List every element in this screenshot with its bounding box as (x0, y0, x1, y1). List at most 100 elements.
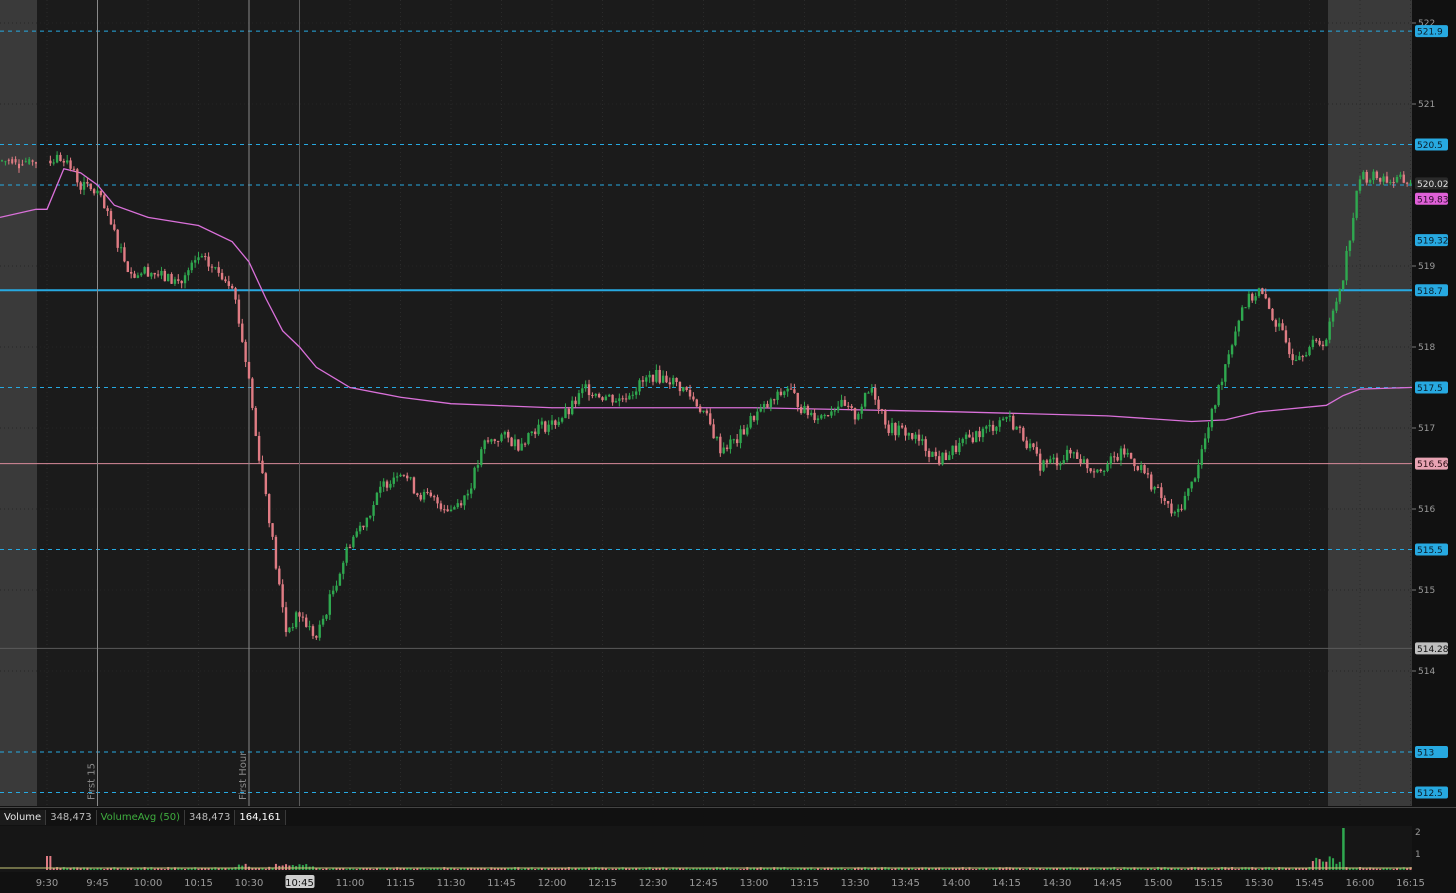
candle-body (1139, 465, 1143, 471)
time-tick-label: 16:00 (1346, 878, 1375, 889)
volume-bar (160, 868, 163, 870)
volume-study-label[interactable]: Volume (0, 810, 47, 825)
candle-body (1129, 452, 1133, 459)
candle-body (1338, 289, 1341, 302)
volume-value: 348,473 (46, 810, 97, 825)
candle-body (227, 281, 230, 286)
candle-body (1328, 321, 1331, 340)
volume-bar (1183, 868, 1186, 870)
volume-bar (264, 868, 267, 870)
candle-body (429, 492, 432, 497)
volume-bar (456, 868, 459, 870)
candle-body (281, 584, 284, 608)
volume-current-value: 164,161 (235, 810, 286, 825)
candle-body (1257, 288, 1261, 297)
candle-body (971, 437, 975, 443)
candle-body (796, 392, 799, 407)
candle-body (655, 369, 658, 382)
candle-body (1294, 359, 1298, 361)
candle-body (1200, 449, 1203, 466)
candle-body (934, 451, 937, 457)
candle-body (1096, 469, 1099, 473)
candle-body (1143, 465, 1146, 474)
candle-body (884, 410, 887, 425)
candle-body (109, 211, 113, 225)
candle-body (69, 160, 72, 169)
candle-body (722, 447, 725, 454)
candle-body (544, 421, 547, 432)
afterhours-shading (1328, 0, 1412, 806)
candle-body (705, 410, 709, 414)
candle-body (338, 573, 342, 586)
candle-body (914, 434, 917, 439)
candle-body (369, 515, 372, 518)
candle-body (214, 267, 217, 269)
volume-bar (614, 868, 617, 870)
candle-body (658, 369, 661, 383)
volume-bar (1153, 868, 1156, 870)
premarket-shading (0, 0, 37, 806)
volume-bar (1032, 868, 1035, 870)
candle-body (1368, 179, 1372, 183)
candle-body (847, 405, 850, 407)
volume-bar (695, 868, 698, 870)
candle-body (998, 420, 1001, 427)
candle-body (7, 159, 10, 161)
volume-bar (207, 868, 210, 870)
level-badge-text: 515.5 (1417, 546, 1443, 556)
volume-avg-label[interactable]: VolumeAvg (50) (97, 810, 185, 825)
candle-body (672, 377, 675, 385)
candle-body (140, 273, 143, 276)
candle-body (1278, 323, 1281, 327)
volume-bar (1365, 868, 1368, 870)
candle-body (298, 612, 301, 617)
candle-body (466, 493, 470, 496)
candle-body (372, 505, 375, 516)
volume-bar (1177, 868, 1180, 870)
price-tick-label: 517 (1418, 424, 1435, 434)
time-tick-label: 10:45 (285, 878, 314, 889)
volume-bar (153, 868, 156, 870)
candle-body (890, 422, 894, 433)
candle-body (311, 626, 315, 636)
candle-body (1298, 356, 1301, 360)
candle-body (247, 361, 251, 379)
time-tick-label: 9:30 (36, 878, 58, 889)
volume-avg-value: 348,473 (185, 810, 236, 825)
candle-body (887, 424, 890, 433)
candle-body (305, 617, 308, 627)
candle-body (601, 397, 604, 401)
candle-body (257, 435, 261, 461)
price-chart[interactable]: First 15 First Hour 522521519518517516515… (0, 0, 1456, 893)
volume-bar (955, 868, 957, 870)
time-tick-label: 14:45 (1093, 878, 1122, 889)
volume-bar (147, 868, 149, 870)
candle-body (321, 618, 325, 625)
candle-body (1052, 457, 1055, 460)
time-tick-label: 15:45 (1295, 878, 1324, 889)
candle-body (193, 260, 197, 263)
candle-body (1170, 503, 1173, 514)
candle-body (1288, 342, 1291, 355)
volume-bar (611, 868, 614, 870)
vwap-badge-text: 519.83 (1417, 195, 1449, 205)
volume-bar (392, 868, 395, 870)
volume-bar (359, 868, 362, 870)
volume-bar (1321, 861, 1324, 870)
candle-body (793, 389, 796, 393)
volume-bar (345, 868, 348, 870)
volume-bar (820, 868, 823, 870)
volume-bar (1042, 868, 1045, 870)
candle-body (742, 429, 746, 435)
candle-body (786, 388, 789, 392)
candle-body (379, 486, 382, 493)
candle-body (1022, 427, 1025, 441)
volume-bar (133, 868, 136, 870)
candle-body (406, 475, 409, 479)
candle-body (49, 160, 52, 164)
candle-body (624, 398, 628, 400)
level-badge-text: 518.7 (1417, 287, 1443, 297)
volume-bar (1392, 868, 1395, 870)
candle-body (143, 267, 146, 274)
volume-bar (790, 868, 793, 870)
